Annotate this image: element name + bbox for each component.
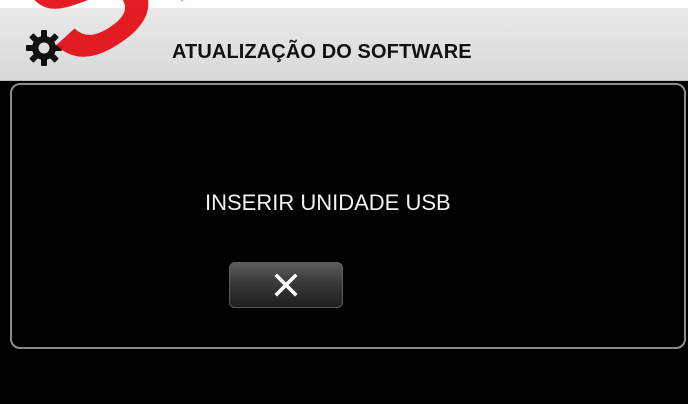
dialog-message: INSERIR UNIDADE USB (205, 190, 451, 215)
dialog-panel: INSERIR UNIDADE USB (10, 83, 686, 349)
close-button[interactable] (229, 262, 343, 308)
close-icon (274, 273, 298, 297)
gear-icon[interactable] (24, 28, 64, 68)
software-update-screen: ATUALIZAÇÃO DO SOFTWARE INSERIR UNIDADE … (0, 0, 688, 404)
header-bar: ATUALIZAÇÃO DO SOFTWARE (0, 8, 688, 81)
page-title: ATUALIZAÇÃO DO SOFTWARE (172, 41, 472, 63)
content-area: INSERIR UNIDADE USB (0, 81, 688, 404)
